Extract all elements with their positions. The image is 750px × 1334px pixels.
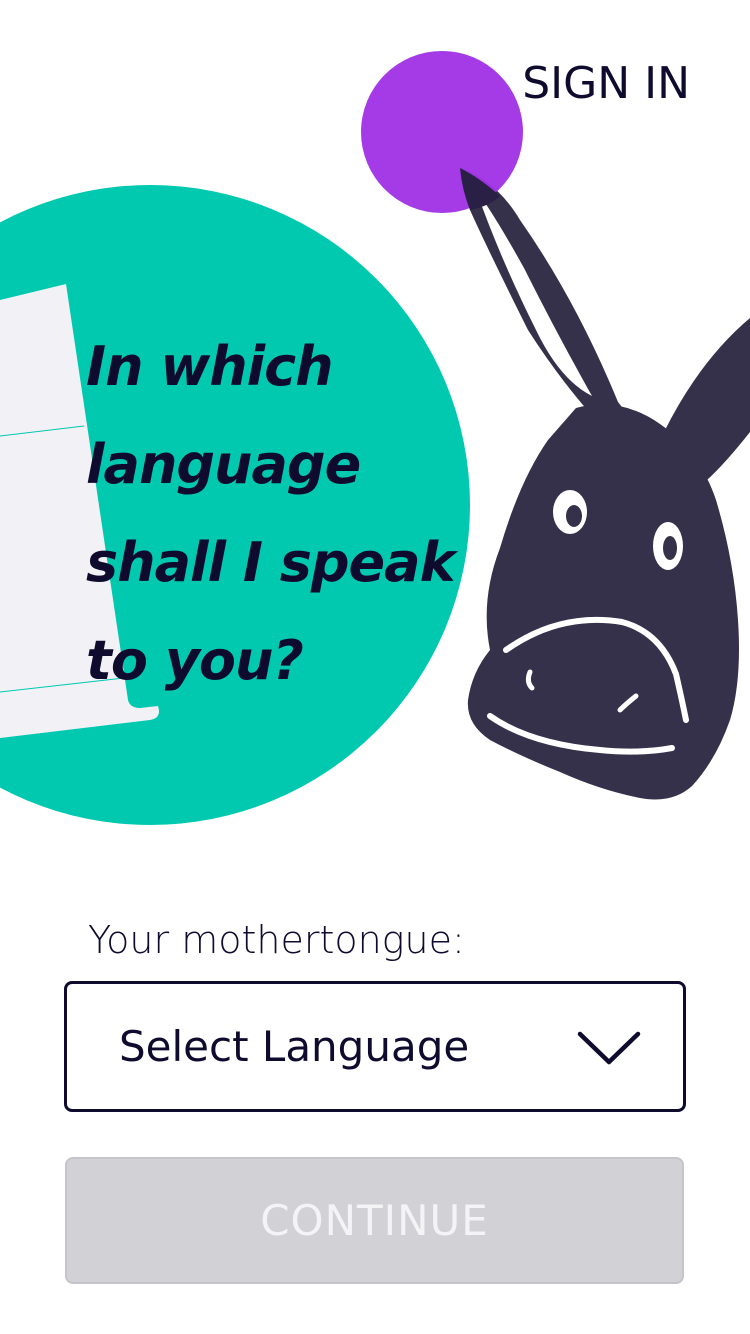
mothertongue-label: Your mothertongue: xyxy=(88,918,465,962)
continue-button[interactable]: CONTINUE xyxy=(65,1157,684,1284)
question-line: shall I speak xyxy=(86,531,456,594)
language-select-value: Select Language xyxy=(119,1022,470,1071)
question-line: In which xyxy=(86,335,334,398)
language-select[interactable]: Select Language xyxy=(64,981,686,1112)
onboarding-screen: SIGN IN In which language shall I speak … xyxy=(0,0,750,1334)
chevron-down-icon xyxy=(577,1031,641,1065)
question-line: to you? xyxy=(86,629,304,692)
donkey-mascot xyxy=(460,168,750,800)
sign-in-link[interactable]: SIGN IN xyxy=(522,56,690,112)
question-line: language xyxy=(86,433,361,496)
purple-dot-shape xyxy=(361,51,523,213)
language-question-heading: In which language shall I speak to you? xyxy=(86,318,456,710)
